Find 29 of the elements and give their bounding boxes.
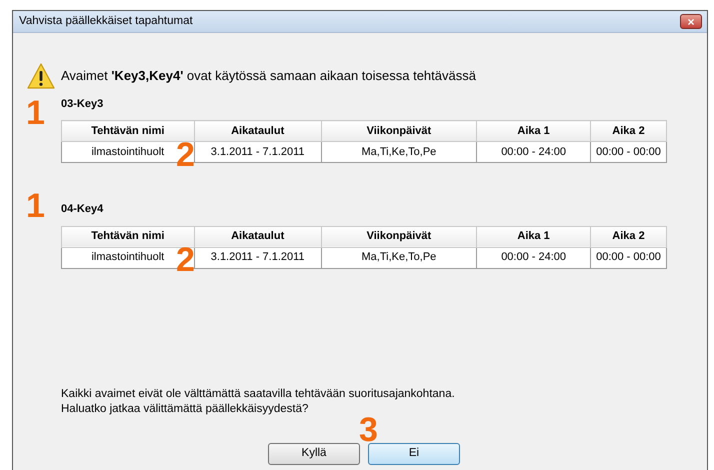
table-cell: 00:00 - 00:00 xyxy=(590,142,666,162)
table-cell: Ma,Ti,Ke,To,Pe xyxy=(321,247,477,268)
window-title: Vahvista päällekkäiset tapahtumat xyxy=(19,14,193,29)
dialog-button[interactable]: Ei xyxy=(368,442,460,464)
column-header: Aika 2 xyxy=(590,226,666,247)
table-cell: 00:00 - 00:00 xyxy=(590,247,666,268)
column-header: Aika 1 xyxy=(476,120,590,142)
table-cell: 00:00 - 24:00 xyxy=(476,247,590,268)
note-text: Haluatko jatkaa välittämättä päällekkäisyydestä? xyxy=(61,402,310,416)
column-header: Viikonpäivät xyxy=(321,226,477,247)
table-cell: 3.1.2011 - 7.1.2011 xyxy=(194,142,322,162)
warning-icon xyxy=(27,63,55,89)
note-text: Kaikki avaimet eivät ole välttämättä saatavilla tehtävään suoritusajankohtana. xyxy=(61,386,456,402)
column-header: Tehtävän nimi xyxy=(62,226,194,247)
column-header: Tehtävän nimi xyxy=(62,120,194,142)
table-cell: Ma,Ti,Ke,To,Pe xyxy=(321,142,477,162)
column-header: Viikonpäivät xyxy=(321,120,477,142)
table-cell: 00:00 - 24:00 xyxy=(476,142,590,162)
callout-number: 1 xyxy=(26,189,45,223)
section-title: 03-Key3 xyxy=(61,96,104,112)
table-cell: 3.1.2011 - 7.1.2011 xyxy=(194,247,322,268)
column-header: Aikataulut xyxy=(194,226,322,247)
dialog-button[interactable]: Kyllä xyxy=(268,442,360,464)
column-header: Aika 1 xyxy=(476,226,590,247)
section-title: 04-Key4 xyxy=(61,202,104,217)
callout-number: 1 xyxy=(26,96,45,130)
column-header: Aikataulut xyxy=(194,120,322,142)
column-header: Aika 2 xyxy=(590,120,666,142)
warning-message: Avaimet 'Key3,Key4' ovat käytössä samaan aikaan toisessa tehtävässä xyxy=(61,67,477,85)
